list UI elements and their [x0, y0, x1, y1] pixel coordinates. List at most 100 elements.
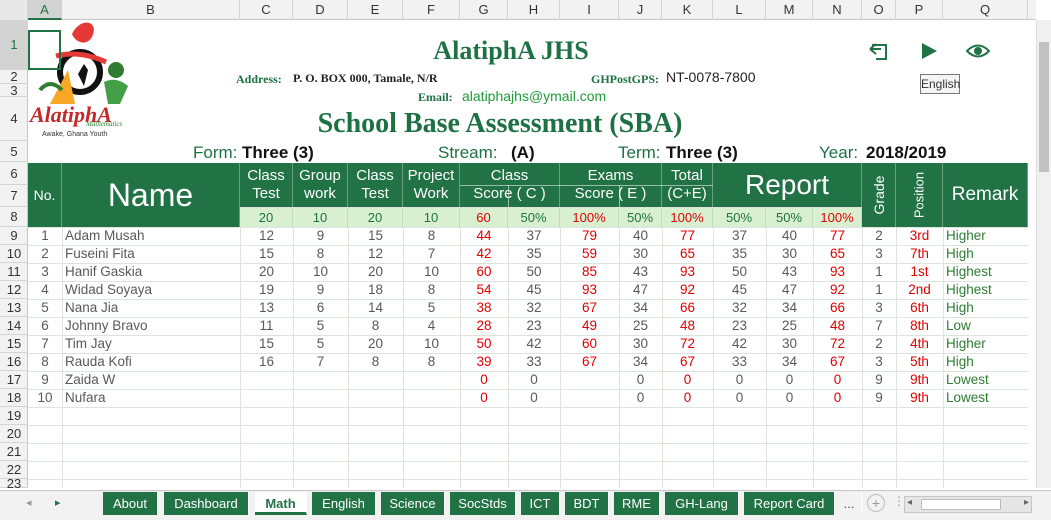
row-header-7[interactable]: 7 — [0, 185, 28, 207]
cell-grade[interactable]: 3 — [862, 353, 896, 371]
scroll-right-icon[interactable]: ▸ — [1024, 497, 1029, 508]
cell-exp[interactable]: 43 — [619, 263, 662, 281]
cell-r3[interactable]: 66 — [813, 299, 862, 317]
eye-icon[interactable] — [966, 40, 990, 62]
cell-csp[interactable]: 33 — [508, 353, 560, 371]
cell-r3[interactable]: 0 — [813, 371, 862, 389]
vertical-scroll-thumb[interactable] — [1039, 42, 1049, 172]
cell-name[interactable]: Fuseini Fita — [62, 245, 240, 263]
row-header-8[interactable]: 8 — [0, 207, 28, 227]
column-header-O[interactable]: O — [862, 0, 896, 20]
cell-ex[interactable]: 67 — [560, 353, 619, 371]
cell-r2[interactable]: 43 — [766, 263, 813, 281]
cell-pos[interactable]: 9th — [896, 371, 943, 389]
row-header-19[interactable]: 19 — [0, 407, 28, 425]
cell-r2[interactable]: 25 — [766, 317, 813, 335]
cell-ct1[interactable]: 20 — [240, 263, 293, 281]
cell-csp[interactable]: 45 — [508, 281, 560, 299]
column-header-I[interactable]: I — [560, 0, 619, 20]
cell-ct1[interactable] — [240, 389, 293, 407]
cell-r2[interactable]: 0 — [766, 371, 813, 389]
tab-gh-lang[interactable]: GH-Lang — [665, 492, 739, 515]
cell-gw[interactable]: 8 — [293, 245, 348, 263]
tab-ict[interactable]: ICT — [521, 492, 560, 515]
tab-about[interactable]: About — [103, 492, 158, 515]
cell-tot[interactable]: 67 — [662, 353, 713, 371]
cell-cs[interactable]: 28 — [460, 317, 508, 335]
table-row[interactable]: 5 Nana Jia 13 6 14 5 38 32 67 34 66 32 34 66 3 6th High — [0, 299, 1028, 317]
table-row[interactable]: 6 Johnny Bravo 11 5 8 4 28 23 49 25 48 23 25 48 7 8th Lo… — [0, 317, 1028, 335]
cell-ex[interactable] — [560, 371, 619, 389]
play-icon[interactable] — [918, 40, 940, 62]
cell-exp[interactable]: 30 — [619, 335, 662, 353]
cell-exp[interactable]: 47 — [619, 281, 662, 299]
tab-english[interactable]: English — [312, 492, 376, 515]
cell-remark[interactable]: Higher — [943, 335, 1028, 353]
column-header-H[interactable]: H — [508, 0, 560, 20]
cell-tot[interactable]: 48 — [662, 317, 713, 335]
cell-r1[interactable]: 0 — [713, 389, 766, 407]
cell-ex[interactable]: 49 — [560, 317, 619, 335]
cell-ct1[interactable]: 15 — [240, 245, 293, 263]
cell-name[interactable]: Zaida W — [62, 371, 240, 389]
cell-ct2[interactable]: 8 — [348, 353, 403, 371]
cell-ex[interactable]: 60 — [560, 335, 619, 353]
cell-no[interactable]: 8 — [28, 353, 62, 371]
cell-tot[interactable]: 92 — [662, 281, 713, 299]
cell-pos[interactable]: 7th — [896, 245, 943, 263]
cell-ct2[interactable]: 20 — [348, 263, 403, 281]
cell-ct2[interactable]: 20 — [348, 335, 403, 353]
cell-remark[interactable]: High — [943, 299, 1028, 317]
cell-pw[interactable]: 10 — [403, 263, 460, 281]
cell-csp[interactable]: 32 — [508, 299, 560, 317]
tab-dashboard[interactable]: Dashboard — [164, 492, 249, 515]
column-header-D[interactable]: D — [293, 0, 348, 20]
table-row[interactable]: 10 Nufara 0 0 0 0 0 0 0 9 9th Lowest — [0, 389, 1028, 407]
row-header-23[interactable]: 23 — [0, 477, 28, 490]
cell-grade[interactable]: 1 — [862, 263, 896, 281]
cell-r2[interactable]: 34 — [766, 299, 813, 317]
cell-pos[interactable]: 5th — [896, 353, 943, 371]
cell-exp[interactable]: 34 — [619, 299, 662, 317]
cell-name[interactable]: Tim Jay — [62, 335, 240, 353]
cell-csp[interactable]: 42 — [508, 335, 560, 353]
cell-gw[interactable]: 7 — [293, 353, 348, 371]
cell-name[interactable]: Hanif Gaskia — [62, 263, 240, 281]
horizontal-scrollbar[interactable]: ◂ ▸ — [904, 496, 1032, 513]
cell-no[interactable]: 1 — [28, 227, 62, 245]
cell-exp[interactable]: 40 — [619, 227, 662, 245]
cell-no[interactable]: 2 — [28, 245, 62, 263]
column-header-C[interactable]: C — [240, 0, 293, 20]
cell-ct2[interactable]: 18 — [348, 281, 403, 299]
cell-tot[interactable]: 77 — [662, 227, 713, 245]
cell-name[interactable]: Nana Jia — [62, 299, 240, 317]
scroll-left-icon[interactable]: ◂ — [907, 497, 912, 508]
vertical-scrollbar[interactable] — [1036, 20, 1051, 488]
column-header-N[interactable]: N — [813, 0, 862, 20]
cell-ex[interactable]: 93 — [560, 281, 619, 299]
cell-ct1[interactable]: 15 — [240, 335, 293, 353]
column-header-K[interactable]: K — [662, 0, 713, 20]
cell-name[interactable]: Widad Soyaya — [62, 281, 240, 299]
cell-r3[interactable]: 0 — [813, 389, 862, 407]
cell-cs[interactable]: 54 — [460, 281, 508, 299]
cell-r3[interactable]: 48 — [813, 317, 862, 335]
cell-ct1[interactable]: 11 — [240, 317, 293, 335]
tab-rme[interactable]: RME — [614, 492, 660, 515]
back-icon[interactable] — [868, 40, 890, 62]
cell-tot[interactable]: 72 — [662, 335, 713, 353]
cell-cs[interactable]: 38 — [460, 299, 508, 317]
cell-r3[interactable]: 93 — [813, 263, 862, 281]
cell-name[interactable]: Rauda Kofi — [62, 353, 240, 371]
cell-r1[interactable]: 35 — [713, 245, 766, 263]
cell-remark[interactable]: Highest — [943, 281, 1028, 299]
active-cell-A1[interactable] — [28, 30, 61, 70]
cell-cs[interactable]: 0 — [460, 389, 508, 407]
cell-no[interactable]: 7 — [28, 335, 62, 353]
cell-r2[interactable]: 0 — [766, 389, 813, 407]
cell-pw[interactable]: 8 — [403, 281, 460, 299]
cell-cs[interactable]: 50 — [460, 335, 508, 353]
cell-r1[interactable]: 37 — [713, 227, 766, 245]
cell-grade[interactable]: 7 — [862, 317, 896, 335]
cell-grade[interactable]: 2 — [862, 335, 896, 353]
